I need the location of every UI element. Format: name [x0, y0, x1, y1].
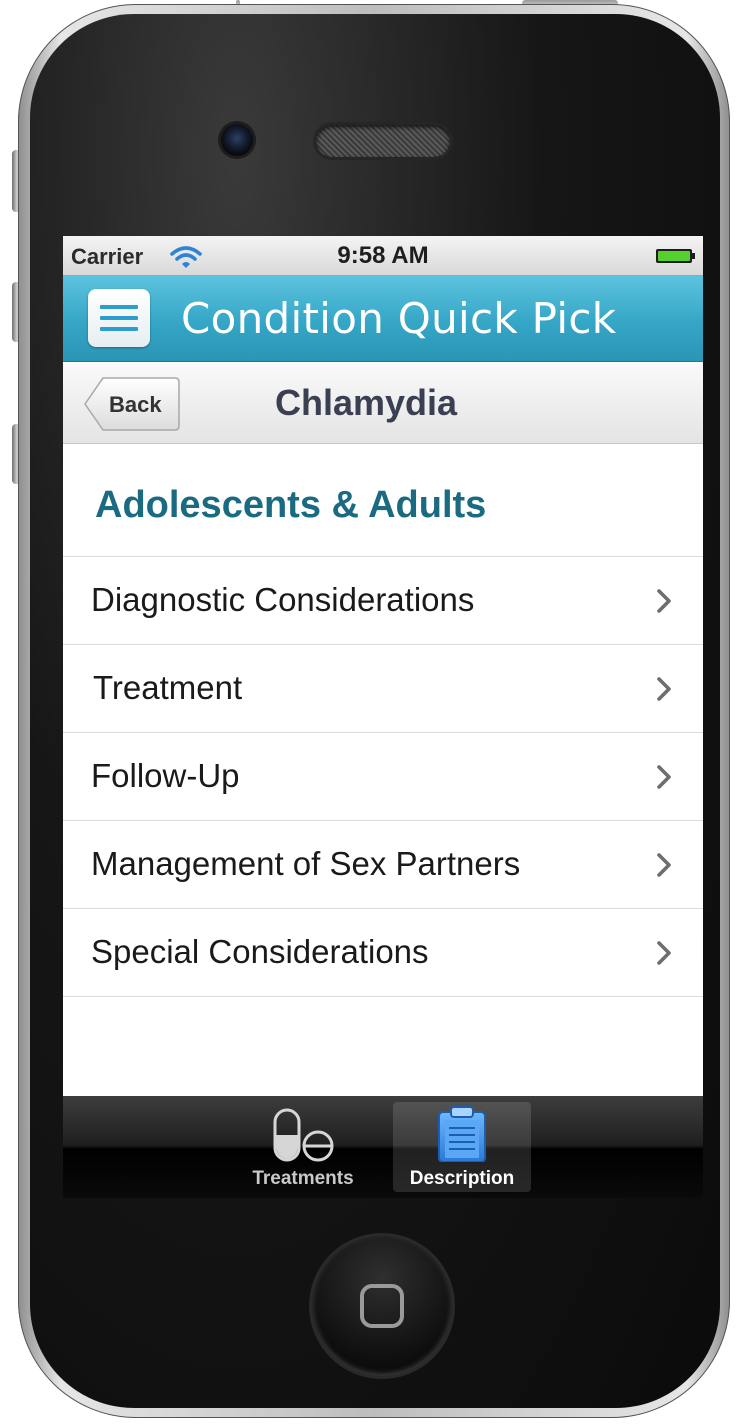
topic-list: Diagnostic Considerations Treatment Foll… [63, 556, 703, 997]
tab-label: Treatments [252, 1168, 354, 1189]
list-item-diagnostic-considerations[interactable]: Diagnostic Considerations [63, 557, 703, 645]
list-item-label: Treatment [93, 669, 243, 706]
list-item-follow-up[interactable]: Follow-Up [63, 733, 703, 821]
list-item-management-of-sex-partners[interactable]: Management of Sex Partners [63, 821, 703, 909]
back-label: Back [109, 392, 162, 417]
pill-icon [273, 1108, 334, 1162]
home-square-icon [360, 1284, 404, 1328]
device-page: Carrier 9:58 AM Condition Quick Pick Bac… [0, 0, 746, 1424]
screen: Carrier 9:58 AM Condition Quick Pick Bac… [63, 236, 703, 1198]
list-item-label: Diagnostic Considerations [91, 581, 475, 618]
home-button[interactable] [312, 1236, 452, 1376]
app-title: Condition Quick Pick [181, 294, 617, 343]
chevron-right-icon [657, 589, 671, 613]
tab-label: Description [409, 1168, 515, 1189]
list-item-label: Management of Sex Partners [91, 845, 521, 882]
clipboard-icon [438, 1106, 486, 1162]
status-time: 9:58 AM [337, 242, 429, 269]
list-item-treatment[interactable]: Treatment [63, 645, 703, 733]
section-title: Adolescents & Adults [95, 484, 487, 526]
nav-bar: Back Chlamydia [63, 362, 703, 444]
front-camera [221, 124, 253, 156]
list-item-special-considerations[interactable]: Special Considerations [63, 909, 703, 997]
nav-title: Chlamydia [275, 382, 458, 423]
tab-treatments[interactable]: Treatments [238, 1102, 368, 1192]
menu-button[interactable] [88, 289, 150, 347]
hamburger-icon [100, 305, 138, 331]
status-bar: Carrier 9:58 AM [63, 236, 703, 276]
battery-icon [656, 249, 695, 263]
chevron-right-icon [657, 853, 671, 877]
back-button[interactable]: Back [83, 376, 181, 432]
tab-description[interactable]: Description [393, 1102, 531, 1192]
earpiece-speaker [316, 125, 450, 157]
chevron-right-icon [657, 765, 671, 789]
list-item-label: Special Considerations [91, 933, 429, 970]
chevron-right-icon [657, 677, 671, 701]
list-item-label: Follow-Up [91, 757, 240, 794]
chevron-right-icon [657, 941, 671, 965]
app-header: Condition Quick Pick [63, 276, 703, 362]
tab-bar: Treatments Description [63, 1096, 703, 1198]
